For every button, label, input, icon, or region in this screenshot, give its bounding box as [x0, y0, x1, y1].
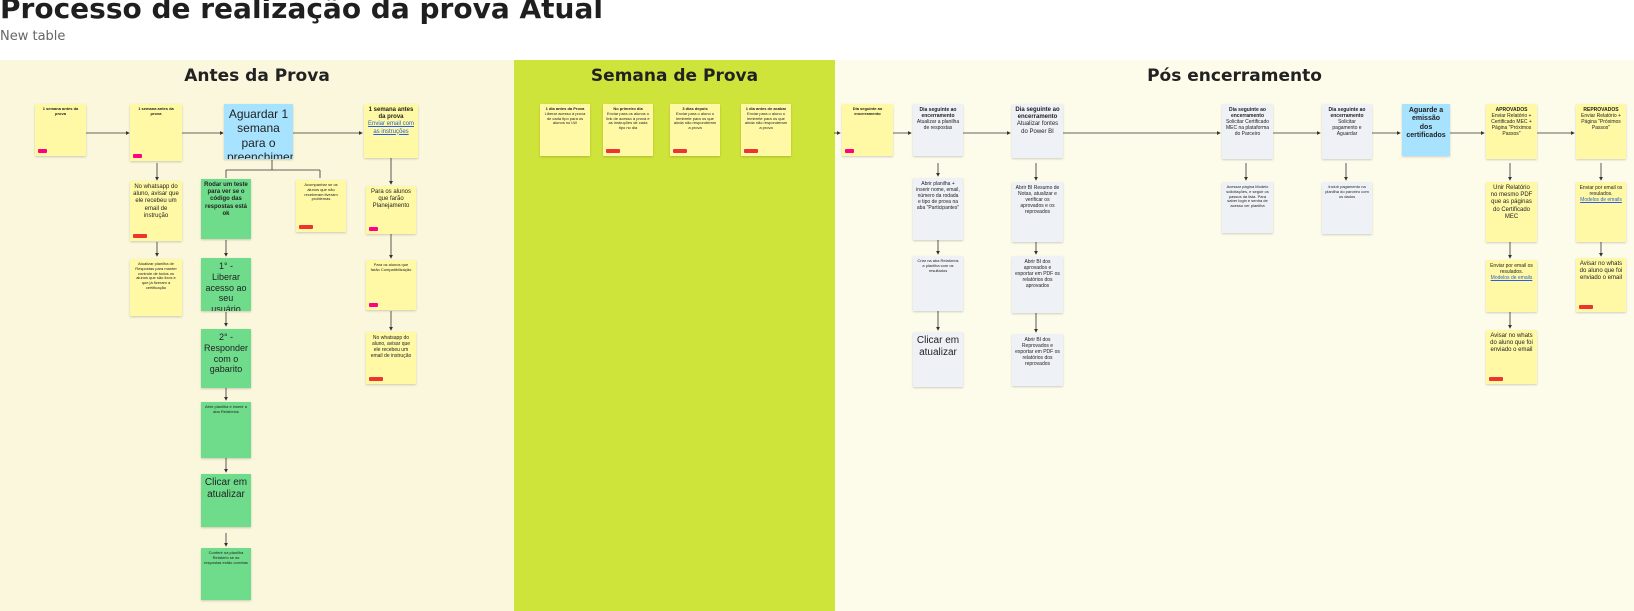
tag-icon — [369, 303, 378, 307]
sticky-a11[interactable]: Clicar em atualizar — [201, 474, 251, 527]
sticky-a2[interactable]: 1 semana antes da prova — [130, 104, 182, 161]
sticky-p5[interactable]: Clicar em atualizar — [913, 332, 963, 387]
sticky-p12[interactable]: Dia seguinte ao encerramento Solicitar pa… — [1322, 104, 1372, 159]
tag-icon — [1489, 377, 1503, 381]
sticky-p6[interactable]: Dia seguinte ao encerramento Atualizar fo… — [1012, 104, 1063, 158]
tag-icon — [673, 149, 687, 153]
tag-icon — [744, 149, 758, 153]
sticky-p4[interactable]: Criar na aba Relatórios a planilha com o… — [913, 256, 963, 311]
sticky-p1[interactable]: Dia seguinte ao encerramento — [842, 104, 893, 156]
sticky-a13[interactable]: Acompanhar se os alunos que não recebera… — [296, 180, 346, 232]
sticky-a6[interactable]: Atualizar planilha de Respostas para man… — [130, 259, 182, 316]
tag-icon — [133, 234, 147, 238]
sticky-p21[interactable]: Avisar no whats do aluno que foi enviado… — [1576, 258, 1626, 312]
tag-icon — [369, 227, 378, 231]
tag-icon — [845, 149, 854, 153]
tag-icon — [369, 377, 383, 381]
sticky-a16[interactable]: No whatsapp do aluno, avisar que ele rec… — [366, 332, 416, 384]
sticky-s1[interactable]: 1 dia antes da Prova Liberar acesso à pro… — [540, 104, 590, 156]
sticky-s2[interactable]: No primeiro dia Enviar para os alunos o l… — [603, 104, 653, 156]
sticky-p19[interactable]: REPROVADOS Enviar Relatório + Página "Pró… — [1576, 104, 1626, 159]
sticky-a4[interactable]: 1 semana antes da prova Enviar email com … — [364, 104, 418, 158]
sticky-a14[interactable]: Para os alunos que farão Planejamento — [366, 186, 416, 234]
sticky-s4[interactable]: 1 dia antes de acabar Enviar para o aluno… — [741, 104, 791, 156]
tag-icon — [1579, 305, 1593, 309]
sticky-p14[interactable]: Aguarde a emissão dos certificados — [1402, 104, 1450, 156]
sticky-p16[interactable]: Unir Relatório no mesmo PDF que as págin… — [1486, 182, 1537, 242]
tag-icon — [38, 149, 47, 153]
sticky-p8[interactable]: Abrir BI dos aprovados e exportar em PDF… — [1012, 256, 1063, 313]
sticky-p10[interactable]: Dia seguinte ao encerramento Solicitar Ce… — [1222, 104, 1273, 159]
sticky-a8[interactable]: 1° - Liberar acesso ao seu usuário somen… — [201, 258, 251, 311]
sticky-a12[interactable]: Conferir na planilha Relatório se as res… — [201, 548, 251, 600]
sticky-a9[interactable]: 2° - Responder com o gabarito — [201, 329, 251, 388]
sticky-p7[interactable]: Abrir BI Resumo de Notas, atualizar e ve… — [1012, 182, 1063, 242]
sticky-p9[interactable]: Abrir BI dos Reprovados e exportar em PD… — [1012, 334, 1063, 386]
sticky-p18[interactable]: Avisar no whats do aluno que foi enviado… — [1486, 330, 1537, 384]
sticky-p13[interactable]: Incluir pagamento na planilha do parceir… — [1322, 182, 1372, 234]
sticky-p11[interactable]: Acessar página Modelo solicitações, e se… — [1222, 182, 1273, 233]
sticky-a3[interactable]: Aguardar 1 semana para o preenchimento — [224, 104, 293, 159]
sticky-a15[interactable]: Para os alunos que farão Compatibilizaçã… — [366, 260, 416, 310]
sticky-p3[interactable]: Abrir planilha + inserir nome, email, nú… — [913, 178, 963, 240]
sticky-s3[interactable]: 3 dias depois Enviar para o aluno o lembr… — [670, 104, 720, 156]
tag-icon — [606, 149, 620, 153]
sticky-p2[interactable]: Dia seguinte ao encerramento Atualizar a … — [913, 104, 963, 156]
sticky-p15[interactable]: APROVADOS Enviar Relatório + Certificado … — [1486, 104, 1537, 159]
tag-icon — [133, 154, 142, 158]
sticky-a10[interactable]: Abrir planilha e inserir a aba Relatório… — [201, 402, 251, 458]
sticky-a1[interactable]: 1 semana antes da prova — [35, 104, 86, 156]
sticky-a5[interactable]: No whatsapp do aluno, avisar que ele rec… — [130, 181, 182, 241]
sticky-a7[interactable]: Rodar um teste para ver se o código das … — [201, 179, 251, 239]
sticky-p20[interactable]: Enviar por email os resulados. Modelos de… — [1576, 182, 1626, 242]
sticky-p17[interactable]: Enviar por email os resulados. Modelos de… — [1486, 260, 1537, 312]
tag-icon — [299, 225, 313, 229]
